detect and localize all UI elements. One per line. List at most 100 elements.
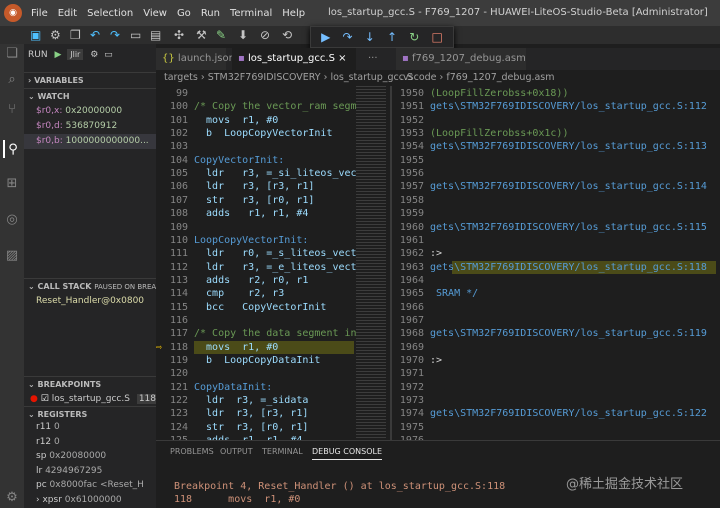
line-number: 117: [169, 328, 188, 340]
explorer-icon[interactable]: ❏: [3, 44, 21, 62]
activity-bar: ❏ ⌕ ⑂ ⚲ ⊞ ◎ ▨ ⚙: [0, 44, 24, 508]
restart-icon[interactable]: ↻: [409, 30, 419, 44]
tab-los-startup[interactable]: ▪ los_startup_gcc.S ×: [232, 48, 356, 70]
watch-item[interactable]: $r0,x: 0x20000000: [24, 104, 156, 119]
register-item[interactable]: › xpsr 0x61000000: [24, 493, 156, 508]
build-icon[interactable]: ⚙: [50, 28, 61, 42]
menu-item-go[interactable]: Go: [177, 8, 191, 19]
code-line: 1966: [392, 301, 430, 314]
register-item[interactable]: r11 0: [24, 420, 156, 435]
console-line: Breakpoint 4, Reset_Handler () at los_st…: [174, 481, 506, 492]
tab-debug-console[interactable]: DEBUG CONSOLE: [312, 447, 383, 460]
code-text: gets\STM32F769IDISCOVERY/los_startup_gcc…: [430, 328, 707, 340]
terminal-icon[interactable]: ▭: [130, 28, 141, 42]
code-text: ldr r3, =_sidata: [194, 395, 309, 407]
code-line: 116: [156, 314, 194, 327]
menu-item-terminal[interactable]: Terminal: [230, 8, 272, 19]
breadcrumb-left: targets › STM32F769IDISCOVERY › los_star…: [164, 72, 414, 83]
menu-item-view[interactable]: View: [143, 8, 167, 19]
code-line: 99: [156, 87, 194, 100]
code-text: SRAM */: [430, 288, 479, 300]
breakpoints-header[interactable]: ⌄ BREAKPOINTS: [24, 376, 156, 392]
menu-item-selection[interactable]: Selection: [87, 8, 133, 19]
line-number: 102: [169, 128, 188, 140]
tab-output[interactable]: OUTPUT: [220, 447, 253, 456]
code-text: gets\STM32F769IDISCOVERY/los_startup_gcc…: [430, 408, 707, 420]
line-number: 124: [169, 421, 188, 433]
minimap[interactable]: [356, 86, 386, 440]
code-text: CopyVectorInit:: [194, 154, 285, 166]
menu-item-file[interactable]: File: [31, 8, 48, 19]
line-number: 120: [169, 368, 188, 380]
register-item[interactable]: sp 0x20080000: [24, 449, 156, 464]
line-number: 1969: [399, 341, 424, 353]
variables-header[interactable]: › VARIABLES: [24, 72, 156, 88]
settings-gear-icon[interactable]: ⚙: [3, 488, 21, 506]
callstack-header[interactable]: ⌄ CALL STACK PAUSED ON BREAK: [24, 278, 161, 294]
undo-icon[interactable]: ↶: [90, 28, 100, 42]
search-icon[interactable]: ⌕: [3, 70, 21, 88]
debug-arrow-icon: ⇨: [156, 341, 163, 353]
stop-build-icon[interactable]: ⊘: [260, 28, 270, 42]
run-debug-icon[interactable]: ⚲: [3, 140, 21, 158]
compile-icon[interactable]: ⚒: [196, 28, 207, 42]
watch-header[interactable]: ⌄ WATCH: [24, 88, 156, 104]
menu-item-help[interactable]: Help: [282, 8, 305, 19]
code-line: 111 ldr r0, =_s_liteos_vector: [156, 247, 369, 260]
tab-overflow-button[interactable]: ···: [362, 48, 388, 70]
code-text: movs r1, #0: [194, 114, 279, 126]
menu-item-edit[interactable]: Edit: [58, 8, 77, 19]
step-out-icon[interactable]: ↑: [387, 30, 397, 44]
checkbox-checked-icon[interactable]: ☑: [41, 394, 49, 404]
redo-icon[interactable]: ↷: [110, 28, 120, 42]
step-into-icon[interactable]: ↓: [365, 30, 375, 44]
editor-tabs: {} launch.json ▪ los_startup_gcc.S × ···…: [156, 48, 720, 70]
watch-item[interactable]: $r0,b: 1000000000000...: [24, 134, 156, 149]
tab-problems[interactable]: PROBLEMS: [170, 447, 214, 456]
watch-item[interactable]: $r0,d: 536870912: [24, 119, 156, 134]
start-debug-icon[interactable]: ▶: [54, 50, 61, 60]
code-line: 1967: [392, 314, 430, 327]
code-text: :>: [430, 355, 443, 366]
register-item[interactable]: r12 0: [24, 435, 156, 450]
extensions-icon[interactable]: ⊞: [3, 174, 21, 192]
line-number: 100: [169, 101, 188, 113]
chart-icon[interactable]: ▨: [3, 246, 21, 264]
step-over-icon[interactable]: ↷: [343, 30, 353, 44]
code-line: 117 /* Copy the data segment init: [156, 327, 369, 340]
download-icon[interactable]: ⬇: [238, 28, 248, 42]
code-line: 1959: [392, 207, 430, 220]
burn-icon[interactable]: ▤: [150, 28, 161, 42]
code-text: /* Copy the vector_ram segme: [194, 101, 363, 113]
gear-icon[interactable]: ⚙: [90, 50, 98, 60]
copy-icon[interactable]: ❐: [70, 28, 81, 42]
register-item[interactable]: pc 0x8000fac <Reset_H: [24, 478, 156, 493]
menu-item-run[interactable]: Run: [201, 8, 220, 19]
watermark: @稀土掘金技术社区: [566, 477, 684, 492]
tab-launch-json[interactable]: {} launch.json: [156, 48, 235, 70]
editor-los-startup[interactable]: 99 100/* Copy the vector_ram segme 101 mov…: [156, 86, 390, 440]
register-item[interactable]: lr 4294967295: [24, 464, 156, 479]
debug-tool-icon[interactable]: ✣: [174, 28, 184, 42]
launch-config-select[interactable]: Jlir: [67, 49, 84, 60]
callstack-frame[interactable]: Reset_Handler@0x0800: [24, 294, 156, 309]
code-text: bcc CopyVectorInit: [194, 301, 327, 313]
source-control-icon[interactable]: ⑂: [3, 100, 21, 118]
debug-console-icon[interactable]: ▭: [104, 50, 113, 60]
editor-debug-asm[interactable]: 1950 (LoopFillZerobss+0x18)) 1951 gets\STM3…: [392, 86, 720, 440]
reset-icon[interactable]: ⟲: [282, 28, 292, 42]
remote-icon[interactable]: ◎: [3, 210, 21, 228]
breakpoint-item[interactable]: ● ☑ los_startup_gcc.S 118: [24, 392, 156, 407]
stop-icon[interactable]: □: [432, 30, 443, 44]
line-number: 1956: [399, 168, 424, 180]
continue-icon[interactable]: ▶: [321, 30, 330, 44]
clean-icon[interactable]: ✎: [216, 28, 226, 42]
line-number: 1950: [399, 88, 424, 99]
tab-debug-asm[interactable]: ▪ f769_1207_debug.asm: [396, 48, 526, 70]
tab-terminal[interactable]: TERMINAL: [262, 447, 303, 456]
breakpoint-dot-icon: ●: [30, 394, 38, 404]
code-line: ⇨ 118 movs r1, #0: [156, 341, 278, 354]
save-icon[interactable]: ▣: [30, 28, 41, 42]
code-line: 109: [156, 221, 194, 234]
editor-split-divider[interactable]: [390, 86, 392, 440]
